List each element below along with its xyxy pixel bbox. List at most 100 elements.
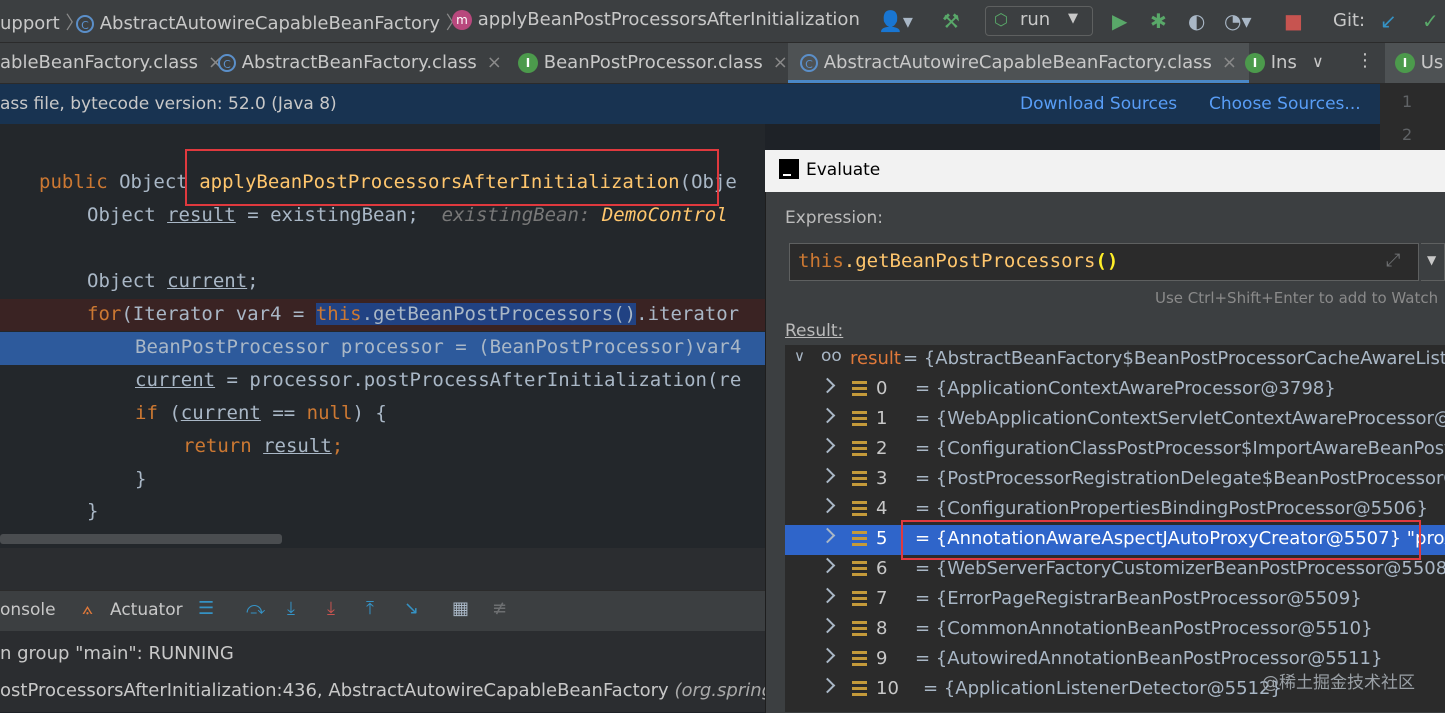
chevron-right-icon[interactable] [819, 617, 836, 634]
close-icon[interactable]: × [773, 52, 788, 73]
chevron-right-icon[interactable] [819, 557, 836, 574]
step-into-icon[interactable]: ⤓ [287, 598, 295, 619]
run-to-cursor-icon[interactable]: ↘ [404, 598, 419, 619]
breadcrumb-item-class[interactable]: C AbstractAutowireCapableBeanFactory 〉 [76, 9, 464, 35]
breadcrumb-item[interactable]: upport 〉 [0, 9, 83, 35]
field-icon [852, 561, 867, 577]
watch-hint: Use Ctrl+Shift+Enter to add to Watch [1155, 289, 1439, 307]
chevron-right-icon[interactable] [819, 437, 836, 454]
tab-abstract-capable-bean-factory[interactable]: ableBeanFactory.class × [0, 43, 223, 83]
build-hammer-icon[interactable]: ⚒ [942, 8, 960, 34]
field-icon [852, 471, 867, 487]
result-label: Result: [785, 321, 844, 341]
tab-abstract-bean-factory[interactable]: C AbstractBeanFactory.class × [218, 43, 502, 83]
chevron-right-icon[interactable] [819, 647, 836, 664]
stack-frame[interactable]: ostProcessorsAfterInitialization:436, Ab… [0, 680, 815, 701]
more-options-icon[interactable]: ⋮ [1356, 50, 1374, 71]
right-editor-gutter [1380, 84, 1445, 150]
result-highlight-box [901, 520, 1421, 560]
class-icon: C [218, 54, 236, 72]
tab-abstract-autowire-capable-bean-factory[interactable]: C AbstractAutowireCapableBeanFactory.cla… [788, 43, 1249, 83]
download-sources-link[interactable]: Download Sources [1020, 94, 1177, 114]
code-line-post-process: current = processor.postProcessAfterInit… [135, 369, 742, 391]
frames-menu-icon[interactable]: ☰ [198, 598, 214, 619]
result-value: = {AbstractBeanFactory$BeanPostProcessor… [903, 348, 1445, 369]
method-highlight-box [185, 149, 719, 206]
run-config-label: run [1020, 9, 1051, 30]
tab-us[interactable]: I Us [1385, 43, 1445, 83]
code-line-current: Object current; [87, 270, 259, 292]
interface-icon: I [1395, 53, 1415, 73]
line-number: 1 [1402, 92, 1413, 111]
stop-icon[interactable]: ■ [1284, 8, 1303, 34]
vcs-commit-icon[interactable]: ✓ [1422, 8, 1439, 34]
code-line-return: return result; [183, 435, 344, 457]
vcs-update-icon[interactable]: ↙ [1380, 8, 1397, 34]
evaluate-expression-icon[interactable]: ▦ [452, 598, 469, 619]
run-config-icon: ⬡ [994, 10, 1008, 29]
actuator-icon: ⟑ [82, 598, 93, 619]
field-icon [852, 381, 867, 397]
chevron-right-icon[interactable] [819, 497, 836, 514]
expand-icon[interactable]: ⤢ [1386, 250, 1400, 271]
chevron-down-icon: ▼ [1427, 253, 1437, 267]
field-icon [852, 591, 867, 607]
user-icon[interactable]: 👤▾ [878, 8, 913, 34]
expression-input[interactable]: this.getBeanPostProcessors() ⤢ [789, 243, 1419, 281]
tab-list-chevron-icon[interactable]: ∨ [1312, 52, 1324, 71]
code-line-for: for(Iterator var4 = this.getBeanPostProc… [87, 303, 740, 325]
result-name: result [850, 348, 901, 369]
thread-status[interactable]: n group "main": RUNNING [0, 643, 234, 664]
field-icon [852, 621, 867, 637]
tree-row[interactable]: 0 = {ApplicationContextAwareProcessor@379… [785, 375, 1445, 405]
field-icon [852, 531, 867, 547]
tree-row[interactable]: 1 = {WebApplicationContextServletContextA… [785, 405, 1445, 435]
expression-history-dropdown[interactable]: ▼ [1421, 243, 1445, 281]
tab-console[interactable]: onsole [0, 600, 56, 620]
method-icon: m [452, 10, 472, 30]
field-icon [852, 411, 867, 427]
tree-row-result[interactable]: ∨ oo result = {AbstractBeanFactory$BeanP… [785, 345, 1445, 375]
code-line-if: if (current == null) { [135, 402, 387, 424]
chevron-right-icon[interactable] [819, 377, 836, 394]
step-over-icon[interactable]: ⤼ [246, 598, 265, 619]
tree-row[interactable]: 2 = {ConfigurationClassPostProcessor$Impo… [785, 435, 1445, 465]
class-icon: C [800, 54, 818, 72]
horizontal-scrollbar[interactable] [0, 534, 282, 544]
profiler-icon[interactable]: ◔▾ [1224, 8, 1252, 34]
debug-bug-icon[interactable]: ✱ [1150, 8, 1167, 34]
close-icon[interactable]: × [487, 52, 502, 73]
vcs-label: Git: [1333, 10, 1366, 31]
watermark: @稀土掘金技术社区 [1262, 673, 1415, 693]
tab-bean-post-processor[interactable]: I BeanPostProcessor.class × [518, 43, 788, 83]
class-icon: C [76, 15, 94, 33]
intellij-logo-icon [779, 159, 799, 179]
coverage-icon[interactable]: ◐ [1188, 8, 1205, 34]
force-step-into-icon[interactable]: ⤓ [327, 598, 335, 619]
close-icon[interactable]: × [1222, 52, 1237, 73]
run-config-select[interactable]: ⬡ run ▼ [985, 6, 1093, 36]
chevron-right-icon[interactable] [819, 467, 836, 484]
chevron-right-icon[interactable] [819, 527, 836, 544]
bytecode-version-text: ass file, bytecode version: 52.0 (Java 8… [0, 94, 337, 114]
tree-row[interactable]: 7 = {ErrorPageRegistrarBeanPostProcessor@… [785, 585, 1445, 615]
tree-row[interactable]: 8 = {CommonAnnotationBeanPostProcessor@55… [785, 615, 1445, 645]
tab-actuator[interactable]: Actuator [110, 600, 183, 620]
trace-stream-icon[interactable]: ≢ [492, 598, 507, 619]
run-icon[interactable]: ▶ [1112, 8, 1127, 34]
interface-icon: I [1245, 53, 1265, 73]
chevron-right-icon[interactable] [819, 677, 836, 694]
expression-label: Expression: [785, 208, 884, 228]
choose-sources-link[interactable]: Choose Sources... [1209, 94, 1361, 114]
field-icon [852, 441, 867, 457]
chevron-down-icon[interactable]: ∨ [794, 347, 805, 365]
tab-ins[interactable]: I Ins [1245, 43, 1297, 83]
field-icon [852, 651, 867, 667]
watch-glasses-icon: oo [821, 346, 842, 366]
chevron-right-icon[interactable] [819, 407, 836, 424]
tree-row[interactable]: 3 = {PostProcessorRegistrationDelegate$Be… [785, 465, 1445, 495]
field-icon [852, 681, 867, 697]
breadcrumb-item-method[interactable]: m applyBeanPostProcessorsAfterInitializa… [452, 9, 860, 30]
step-out-icon[interactable]: ⤒ [366, 598, 374, 619]
chevron-right-icon[interactable] [819, 587, 836, 604]
